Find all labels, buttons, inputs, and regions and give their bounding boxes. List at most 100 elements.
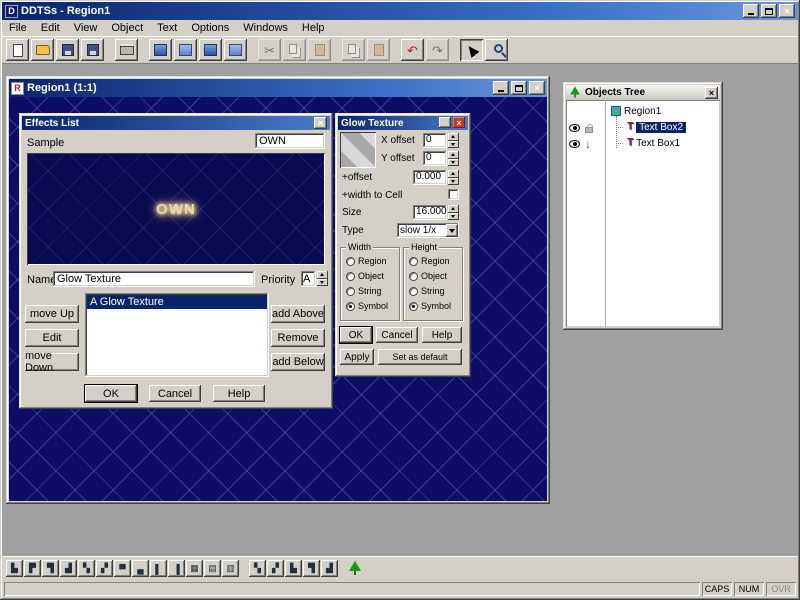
effects-close-icon[interactable]: × <box>314 117 327 129</box>
menu-windows[interactable]: Windows <box>236 20 295 36</box>
tree-item-region1[interactable]: Region1 <box>611 104 661 118</box>
add-above-button[interactable]: add Above <box>271 305 325 323</box>
duplicate-icon[interactable] <box>342 39 365 61</box>
eye-icon[interactable] <box>569 123 580 132</box>
align-icon[interactable]: ▙ <box>6 560 23 577</box>
print-icon[interactable] <box>115 39 138 61</box>
dropdown-arrow-icon[interactable] <box>446 224 458 237</box>
type-dropdown[interactable]: slow 1/x <box>397 223 459 238</box>
align-icon[interactable]: ▌ <box>150 560 167 577</box>
size-spinner[interactable] <box>448 205 459 220</box>
remove-button[interactable]: Remove <box>271 329 325 347</box>
distribute-icon[interactable]: ▞ <box>267 560 284 577</box>
glow-minimize-icon[interactable] <box>439 117 451 128</box>
grid-icon[interactable] <box>149 39 172 61</box>
align-icon[interactable]: ▚ <box>78 560 95 577</box>
align-icon[interactable]: ▄ <box>132 560 149 577</box>
objects-tree-titlebar[interactable]: Objects Tree × <box>566 85 720 100</box>
menu-options[interactable]: Options <box>184 20 236 36</box>
align-icon[interactable]: ▀ <box>114 560 131 577</box>
export-icon[interactable] <box>174 39 197 61</box>
list-item[interactable]: A Glow Texture <box>87 295 267 309</box>
align-icon[interactable]: ▞ <box>96 560 113 577</box>
maximize-icon[interactable] <box>761 4 777 18</box>
save-all-icon[interactable] <box>81 39 104 61</box>
menu-view[interactable]: View <box>67 20 105 36</box>
width-object-radio[interactable]: Object <box>346 271 384 281</box>
cancel-button[interactable]: Cancel <box>149 385 201 402</box>
paste-icon[interactable] <box>308 39 331 61</box>
menu-text[interactable]: Text <box>150 20 184 36</box>
preview-icon[interactable] <box>224 39 247 61</box>
move-up-button[interactable]: move Up <box>25 305 79 323</box>
close-icon[interactable]: × <box>779 4 795 18</box>
region-restore-icon[interactable] <box>511 81 527 95</box>
tree-item-textbox1[interactable]: T Text Box1 <box>616 136 680 150</box>
lock-icon[interactable] <box>585 123 593 133</box>
texture-thumbnail[interactable] <box>340 132 376 168</box>
minimize-icon[interactable] <box>743 4 759 18</box>
align-icon[interactable]: ▐ <box>168 560 185 577</box>
distribute-icon[interactable]: ▙ <box>285 560 302 577</box>
width-region-radio[interactable]: Region <box>346 256 387 266</box>
width-to-cell-checkbox[interactable] <box>448 189 459 200</box>
height-region-radio[interactable]: Region <box>409 256 450 266</box>
open-icon[interactable] <box>31 39 54 61</box>
glow-help-button[interactable]: Help <box>422 327 462 343</box>
menu-help[interactable]: Help <box>295 20 332 36</box>
undo-icon[interactable]: ↶ <box>401 39 424 61</box>
x-offset-spinner[interactable] <box>448 133 459 148</box>
align-icon[interactable]: ▥ <box>222 560 239 577</box>
help-button[interactable]: Help <box>213 385 265 402</box>
plus-offset-input[interactable]: 0.000 <box>413 170 447 185</box>
glow-cancel-button[interactable]: Cancel <box>376 327 418 343</box>
priority-spinner[interactable] <box>317 271 328 286</box>
y-offset-spinner[interactable] <box>448 151 459 166</box>
move-down-button[interactable]: move Down <box>25 350 79 374</box>
name-input[interactable]: Glow Texture <box>53 271 255 287</box>
cut-icon[interactable]: ✂ <box>258 39 281 61</box>
y-offset-input[interactable]: 0 <box>423 151 447 166</box>
region-titlebar[interactable]: R Region1 (1:1) × <box>9 79 547 97</box>
objects-tree-close-icon[interactable]: × <box>705 86 718 99</box>
align-icon[interactable]: ▤ <box>204 560 221 577</box>
region-minimize-icon[interactable] <box>493 81 509 95</box>
glow-close-icon[interactable]: × <box>453 117 465 128</box>
glow-set-default-button[interactable]: Set as default <box>378 349 462 365</box>
new-icon[interactable] <box>6 39 29 61</box>
app-titlebar[interactable]: D DDTSs - Region1 × <box>2 2 798 20</box>
height-symbol-radio[interactable]: Symbol <box>409 301 451 311</box>
tree-item-textbox2[interactable]: T Text Box2 <box>616 120 687 134</box>
down-arrow-icon[interactable]: ↓ <box>585 138 591 150</box>
edit-button[interactable]: Edit <box>25 329 79 347</box>
eye-icon[interactable] <box>569 139 580 148</box>
menu-edit[interactable]: Edit <box>34 20 67 36</box>
priority-input[interactable]: A <box>301 271 316 287</box>
align-icon[interactable]: ▛ <box>24 560 41 577</box>
align-icon[interactable]: ▦ <box>186 560 203 577</box>
delete-icon[interactable] <box>367 39 390 61</box>
width-string-radio[interactable]: String <box>346 286 382 296</box>
menu-file[interactable]: File <box>2 20 34 36</box>
height-string-radio[interactable]: String <box>409 286 445 296</box>
objects-tree-toggle-icon[interactable] <box>348 561 362 576</box>
distribute-icon[interactable]: ▟ <box>321 560 338 577</box>
sample-input[interactable]: OWN <box>255 133 325 149</box>
width-symbol-radio[interactable]: Symbol <box>346 301 388 311</box>
region-close-icon[interactable]: × <box>529 81 545 95</box>
effects-listbox[interactable]: A Glow Texture <box>85 293 269 377</box>
ok-button[interactable]: OK <box>85 385 137 402</box>
distribute-icon[interactable]: ▚ <box>249 560 266 577</box>
height-object-radio[interactable]: Object <box>409 271 447 281</box>
save-icon[interactable] <box>56 39 79 61</box>
copy-icon[interactable] <box>283 39 306 61</box>
x-offset-input[interactable]: 0 <box>423 133 447 148</box>
size-input[interactable]: 16.000 <box>413 205 447 220</box>
distribute-icon[interactable]: ▜ <box>303 560 320 577</box>
region-canvas[interactable]: Effects List × Sample OWN OWN Name Glow … <box>9 97 547 501</box>
glow-ok-button[interactable]: OK <box>340 327 372 343</box>
glow-titlebar[interactable]: Glow Texture × <box>338 116 468 130</box>
glow-apply-button[interactable]: Apply <box>340 349 374 365</box>
pointer-tool-icon[interactable] <box>460 39 483 61</box>
align-icon[interactable]: ▟ <box>60 560 77 577</box>
